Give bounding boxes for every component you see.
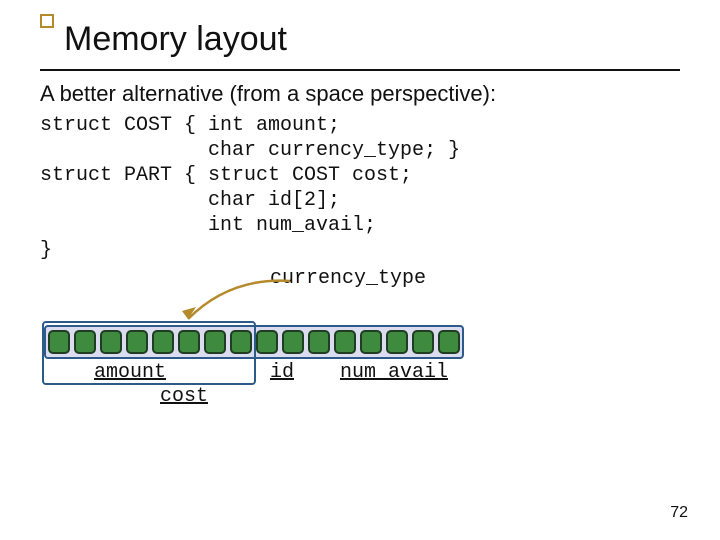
byte-cell [74,330,96,354]
byte-cell [152,330,174,354]
label-cost: cost [160,385,208,408]
memory-diagram: currency_type [40,269,470,419]
code-block: struct COST { int amount; char currency_… [40,113,680,263]
byte-cell [230,330,252,354]
byte-cell [178,330,200,354]
byte-cell [386,330,408,354]
label-currency-type: currency_type [270,267,426,290]
slide-body: A better alternative (from a space persp… [40,71,680,419]
label-id: id [270,361,294,384]
page-number: 72 [670,504,688,522]
bullet-decor-square [40,14,54,28]
byte-cell [204,330,226,354]
byte-cell [334,330,356,354]
slide-title: Memory layout [40,18,680,59]
byte-cell [308,330,330,354]
byte-cell [126,330,148,354]
byte-cell [48,330,70,354]
byte-cell [412,330,434,354]
label-amount: amount [94,361,166,384]
byte-cell [360,330,382,354]
byte-cell [282,330,304,354]
byte-cell [100,330,122,354]
slide: Memory layout A better alternative (from… [0,0,720,540]
memory-bytes-row [44,325,464,359]
label-num-avail: num_avail [340,361,448,384]
byte-cell [256,330,278,354]
byte-cell [438,330,460,354]
lead-text: A better alternative (from a space persp… [40,81,680,107]
